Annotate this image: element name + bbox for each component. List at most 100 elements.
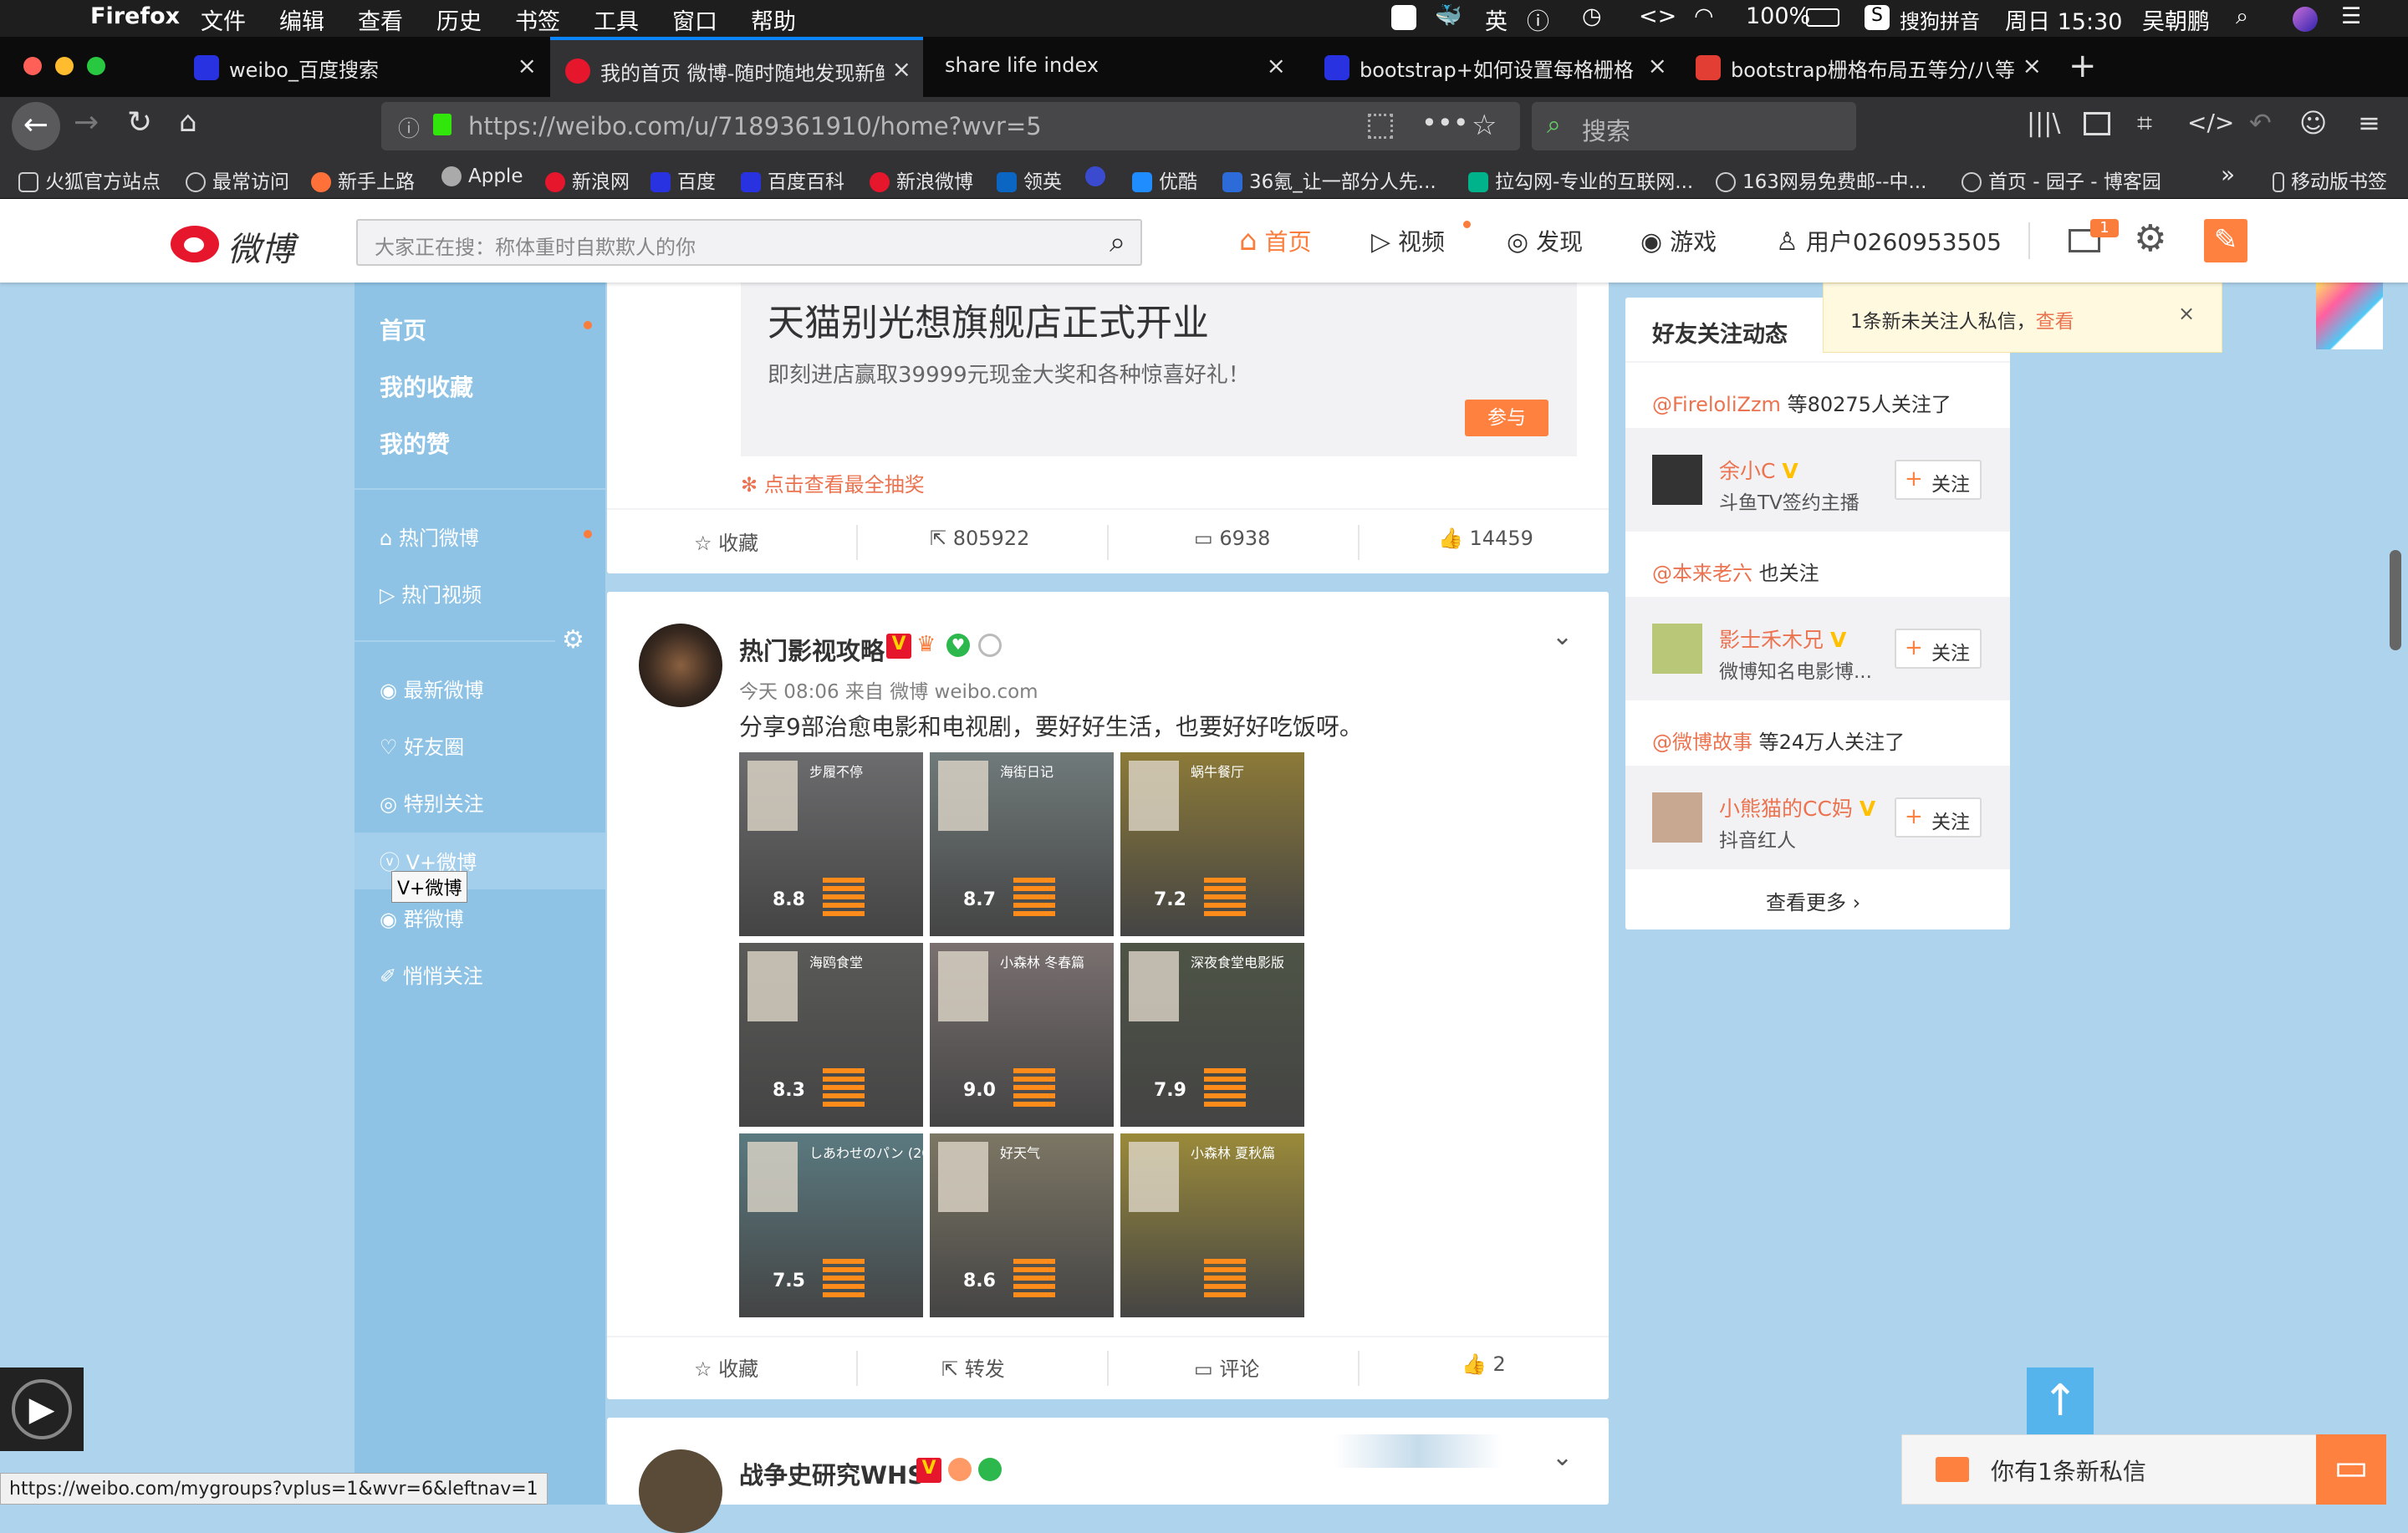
- bookmark-item[interactable]: 火狐官方站点: [18, 166, 161, 194]
- screenshot-icon[interactable]: ⌗: [2137, 107, 2152, 140]
- comment-button[interactable]: ▭ 6938: [1194, 527, 1270, 550]
- avatar[interactable]: [1652, 792, 1702, 843]
- nav-discover[interactable]: ◎ 发现: [1507, 224, 1583, 257]
- close-icon[interactable]: ×: [892, 55, 911, 83]
- url-bar[interactable]: ⓘ https://weibo.com/u/7189361910/home?wv…: [381, 102, 1520, 150]
- time-machine-icon[interactable]: ◷: [1582, 3, 1602, 29]
- avatar[interactable]: [1652, 455, 1702, 505]
- follow-button[interactable]: + 关注: [1895, 629, 1982, 669]
- image-thumbnail[interactable]: しあわせのパン (2012) 7.5: [739, 1133, 923, 1317]
- see-more-link[interactable]: 查看更多 ›: [1766, 886, 1860, 915]
- image-thumbnail[interactable]: 蜗牛餐厅 7.2: [1120, 752, 1304, 936]
- spotlight-icon[interactable]: ⌕: [2236, 3, 2248, 30]
- menu-tools[interactable]: 工具: [594, 3, 639, 36]
- bookmark-item[interactable]: 百度百科: [741, 166, 844, 194]
- tab-bootstrap-2[interactable]: bootstrap栅格布局五等分/八等分 ×: [1681, 37, 2053, 97]
- skin-corner-icon[interactable]: [2316, 283, 2383, 349]
- close-icon[interactable]: ×: [518, 52, 537, 79]
- app-menu[interactable]: Firefox: [90, 3, 180, 29]
- bookmark-item[interactable]: 拉勾网-专业的互联网...: [1468, 166, 1693, 194]
- docker-icon[interactable]: 🐳: [1435, 3, 1462, 28]
- more-icon[interactable]: •••: [1421, 107, 1469, 139]
- private-message-bar[interactable]: 你有1条新私信: [1901, 1434, 2346, 1505]
- bookmark-item[interactable]: 新浪微博: [870, 166, 973, 194]
- bookmark-item[interactable]: 首页 - 园子 - 博客园: [1962, 166, 2161, 194]
- avatar[interactable]: [1652, 624, 1702, 674]
- user-link[interactable]: @FireloliZzm: [1652, 393, 1781, 416]
- menu-file[interactable]: 文件: [201, 3, 246, 36]
- overflow-chevron-icon[interactable]: »: [2221, 160, 2235, 188]
- menu-icon[interactable]: ≡: [2358, 107, 2380, 139]
- post-time[interactable]: 今天 08:06 来自 微博 weibo.com: [739, 675, 1038, 704]
- lottery-link[interactable]: ✻ 点击查看最全抽奖: [741, 468, 925, 497]
- settings-gear-icon[interactable]: ⚙: [2134, 217, 2166, 260]
- notes-icon[interactable]: [1391, 5, 1416, 30]
- siri-icon[interactable]: [2293, 7, 2318, 32]
- home-button[interactable]: ⌂: [179, 105, 197, 139]
- fav-button[interactable]: ☆ 收藏: [694, 1352, 758, 1382]
- battery-icon[interactable]: [1806, 8, 1839, 27]
- info-icon[interactable]: ⓘ: [398, 112, 420, 143]
- leftnav-favorites[interactable]: 我的收藏: [380, 369, 473, 403]
- forward-button[interactable]: →: [74, 105, 99, 140]
- share-button[interactable]: ⇱ 805922: [930, 527, 1029, 550]
- input-lang[interactable]: 英: [1485, 3, 1508, 36]
- menu-window[interactable]: 窗口: [672, 3, 717, 36]
- image-thumbnail[interactable]: 深夜食堂电影版 7.9: [1120, 943, 1304, 1127]
- bookmark-item[interactable]: 新浪网: [545, 166, 630, 194]
- leftnav-home[interactable]: 首页: [380, 313, 426, 346]
- leftnav-special[interactable]: ◎ 特别关注: [380, 787, 484, 817]
- leftnav-group-weibo[interactable]: ◉ 群微博: [380, 903, 464, 932]
- close-icon[interactable]: ×: [1648, 52, 1667, 79]
- tab-weibo-home[interactable]: 我的首页 微博-随时随地发现新鲜 ×: [550, 37, 923, 97]
- image-thumbnail[interactable]: 好天气 8.6: [930, 1133, 1114, 1317]
- suggestion-name[interactable]: 小熊猫的CC妈 V: [1719, 792, 1875, 823]
- bookmark-item[interactable]: 36氪_让一部分人先...: [1222, 166, 1436, 194]
- weibo-logo[interactable]: 微博: [167, 216, 309, 269]
- tab-weibo-baidu[interactable]: weibo_百度搜索 ×: [179, 37, 548, 97]
- ime-label[interactable]: 搜狗拼音: [1900, 5, 1980, 34]
- menu-view[interactable]: 查看: [358, 3, 403, 36]
- window-zoom-button[interactable]: [87, 57, 105, 75]
- image-thumbnail[interactable]: 步履不停 8.8: [739, 752, 923, 936]
- floating-video-player[interactable]: ▶: [0, 1367, 84, 1451]
- bookmark-item[interactable]: 163网易免费邮--中...: [1716, 166, 1926, 194]
- image-thumbnail[interactable]: 小森林 冬春篇 9.0: [930, 943, 1114, 1127]
- user-link[interactable]: @本来老六: [1652, 562, 1752, 585]
- nav-home[interactable]: ⌂ 首页: [1239, 224, 1312, 257]
- user-menu[interactable]: 吴朝鹏: [2142, 3, 2210, 36]
- bookmark-item[interactable]: 领英: [997, 166, 1062, 194]
- suggestion-name[interactable]: 影士禾木兄 V: [1719, 624, 1846, 654]
- suggestion-name[interactable]: 余小C V: [1719, 455, 1798, 485]
- mobile-bookmarks[interactable]: 移动版书签: [2273, 166, 2387, 194]
- avatar[interactable]: [639, 624, 722, 707]
- post-menu-chevron-down-icon[interactable]: ⌄: [1552, 1443, 1573, 1472]
- window-minimize-button[interactable]: [55, 57, 74, 75]
- post-menu-chevron-down-icon[interactable]: ⌄: [1552, 622, 1573, 651]
- user-link[interactable]: @微博故事: [1652, 731, 1752, 754]
- leftnav-secret-follow[interactable]: ✐ 悄悄关注: [380, 960, 483, 989]
- close-icon[interactable]: ×: [2023, 52, 2042, 79]
- like-button[interactable]: 👍 2: [1462, 1352, 1506, 1376]
- like-button[interactable]: 👍 14459: [1438, 527, 1533, 550]
- play-icon[interactable]: ▶: [12, 1379, 72, 1439]
- fav-button[interactable]: ☆ 收藏: [694, 527, 758, 556]
- control-center-icon[interactable]: ☰: [2341, 3, 2361, 29]
- leftnav-likes[interactable]: 我的赞: [380, 426, 450, 460]
- menu-help[interactable]: 帮助: [751, 3, 796, 36]
- comment-button[interactable]: ▭ 评论: [1194, 1352, 1259, 1382]
- account-icon[interactable]: ☺: [2299, 107, 2327, 139]
- window-close-button[interactable]: [23, 57, 42, 75]
- bookmark-item[interactable]: Apple: [441, 166, 523, 187]
- wifi-icon[interactable]: ◠: [1694, 3, 1714, 29]
- search-placeholder[interactable]: 搜索: [1582, 112, 1630, 147]
- url-text[interactable]: https://weibo.com/u/7189361910/home?wvr=…: [468, 112, 1042, 140]
- bookmark-item[interactable]: 新手上路: [311, 166, 415, 194]
- undo-icon[interactable]: ↶: [2249, 107, 2272, 139]
- back-to-top-button[interactable]: ↑: [2027, 1367, 2094, 1434]
- image-thumbnail[interactable]: 海街日记 8.7: [930, 752, 1114, 936]
- bookmark-item[interactable]: 最常访问: [186, 166, 289, 194]
- menu-edit[interactable]: 编辑: [279, 3, 324, 36]
- leftnav-friends[interactable]: ♡ 好友圈: [380, 731, 464, 760]
- leftnav-hot-weibo[interactable]: ⌂ 热门微博: [380, 522, 479, 551]
